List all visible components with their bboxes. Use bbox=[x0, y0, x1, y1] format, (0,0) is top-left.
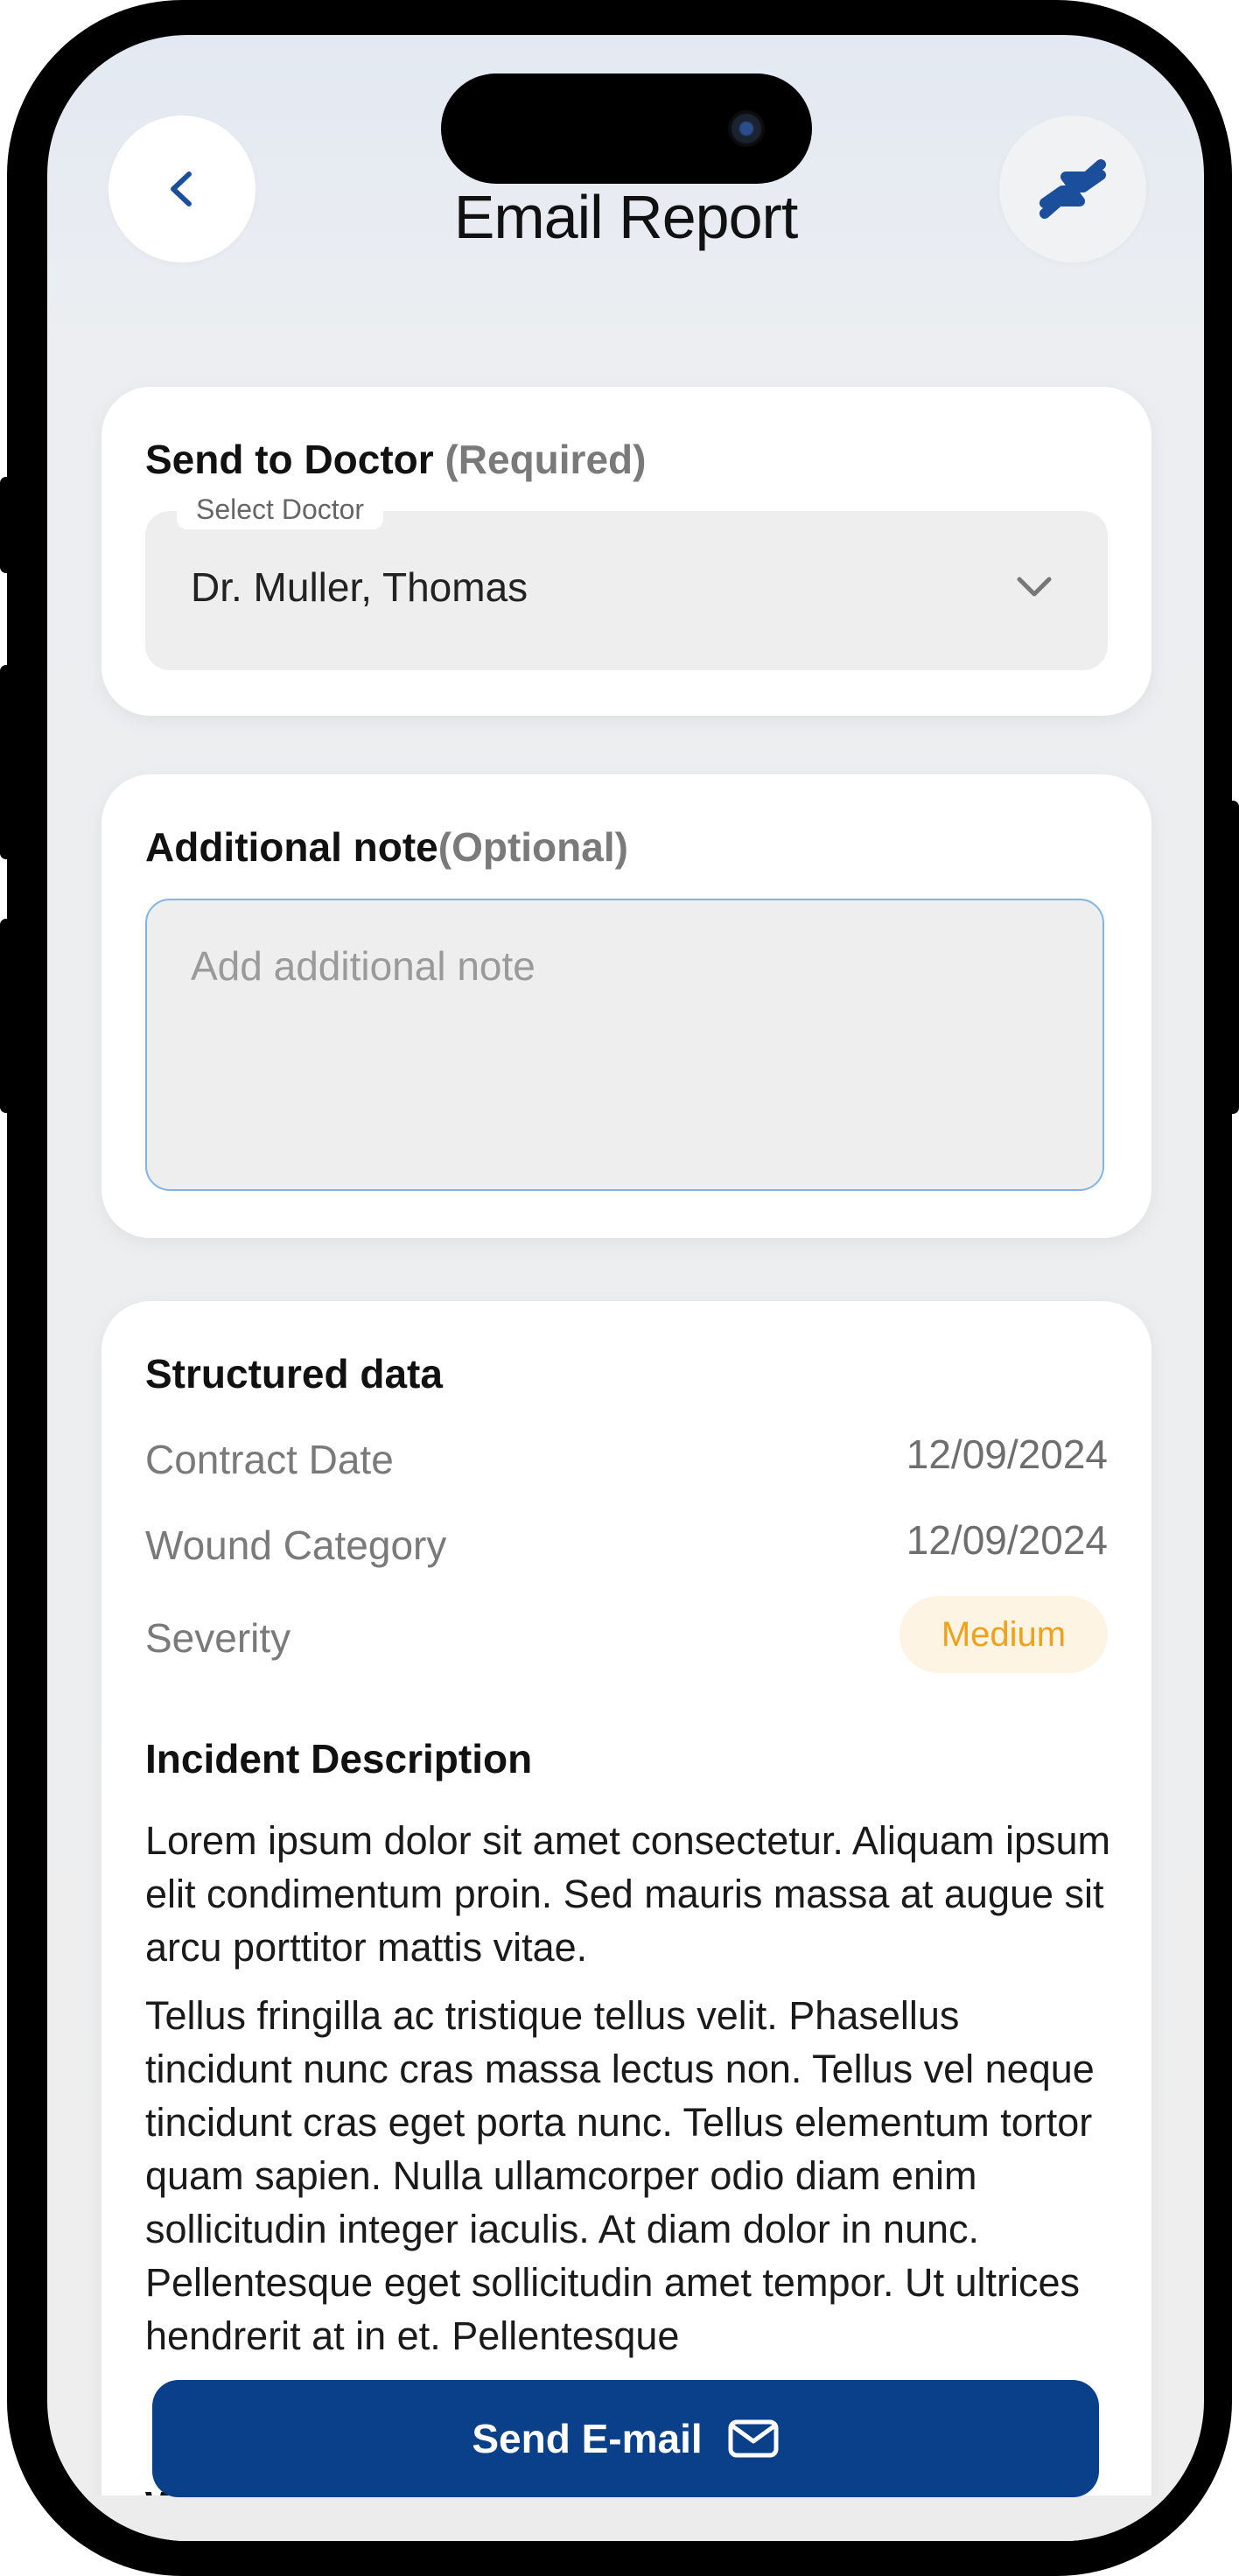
additional-note-card: Additional note(Optional) Add additional… bbox=[102, 774, 1152, 1238]
required-label: (Required) bbox=[444, 437, 647, 482]
volume-down-button bbox=[0, 919, 12, 1113]
app-screen: Email Report Send to Doctor (Required) S… bbox=[47, 35, 1204, 2541]
selected-doctor: Dr. Muller, Thomas bbox=[191, 564, 528, 610]
contract-date-value: 12/09/2024 bbox=[906, 1432, 1108, 1477]
send-to-doctor-card: Send to Doctor (Required) Select Doctor … bbox=[102, 387, 1152, 716]
phone-frame: Email Report Send to Doctor (Required) S… bbox=[0, 0, 1239, 2576]
send-to-doctor-title: Send to Doctor bbox=[145, 437, 434, 482]
dynamic-island bbox=[441, 74, 812, 184]
send-to-doctor-heading: Send to Doctor (Required) bbox=[145, 436, 646, 483]
chevron-down-icon bbox=[1017, 577, 1052, 597]
additional-note-input[interactable]: Add additional note bbox=[145, 899, 1104, 1191]
power-button bbox=[1227, 801, 1239, 1114]
contract-date-label: Contract Date bbox=[145, 1437, 394, 1482]
select-doctor-label: Select Doctor bbox=[177, 490, 384, 529]
swap-hands-icon bbox=[1040, 159, 1106, 219]
severity-label: Severity bbox=[145, 1615, 291, 1661]
incident-paragraph-1: Lorem ipsum dolor sit amet consectetur. … bbox=[145, 1818, 1110, 1970]
volume-up-button bbox=[0, 665, 12, 859]
severity-badge: Medium bbox=[900, 1596, 1108, 1673]
additional-note-heading: Additional note(Optional) bbox=[145, 823, 628, 871]
incident-description-title: Incident Description bbox=[145, 1736, 533, 1782]
mail-icon bbox=[728, 2419, 779, 2458]
structured-data-title: Structured data bbox=[145, 1351, 443, 1396]
camera-icon bbox=[728, 110, 765, 147]
wound-category-label: Wound Category bbox=[145, 1522, 447, 1568]
incident-paragraph-2: Tellus fringilla ac tristique tellus vel… bbox=[145, 1993, 1095, 2358]
optional-label: (Optional) bbox=[438, 824, 628, 870]
bottom-safe-area bbox=[47, 2496, 1204, 2541]
note-placeholder: Add additional note bbox=[191, 943, 536, 989]
send-email-label: Send E-mail bbox=[472, 2416, 703, 2461]
structured-data-card: Structured data Contract Date 12/09/2024… bbox=[102, 1301, 1152, 2541]
additional-note-title: Additional note bbox=[145, 824, 438, 870]
send-email-button[interactable]: Send E-mail bbox=[152, 2380, 1099, 2497]
action-button bbox=[0, 477, 12, 573]
switch-role-button[interactable] bbox=[999, 116, 1146, 262]
wound-category-value: 12/09/2024 bbox=[906, 1517, 1108, 1563]
doctor-select[interactable]: Select Doctor Dr. Muller, Thomas bbox=[145, 490, 1108, 670]
